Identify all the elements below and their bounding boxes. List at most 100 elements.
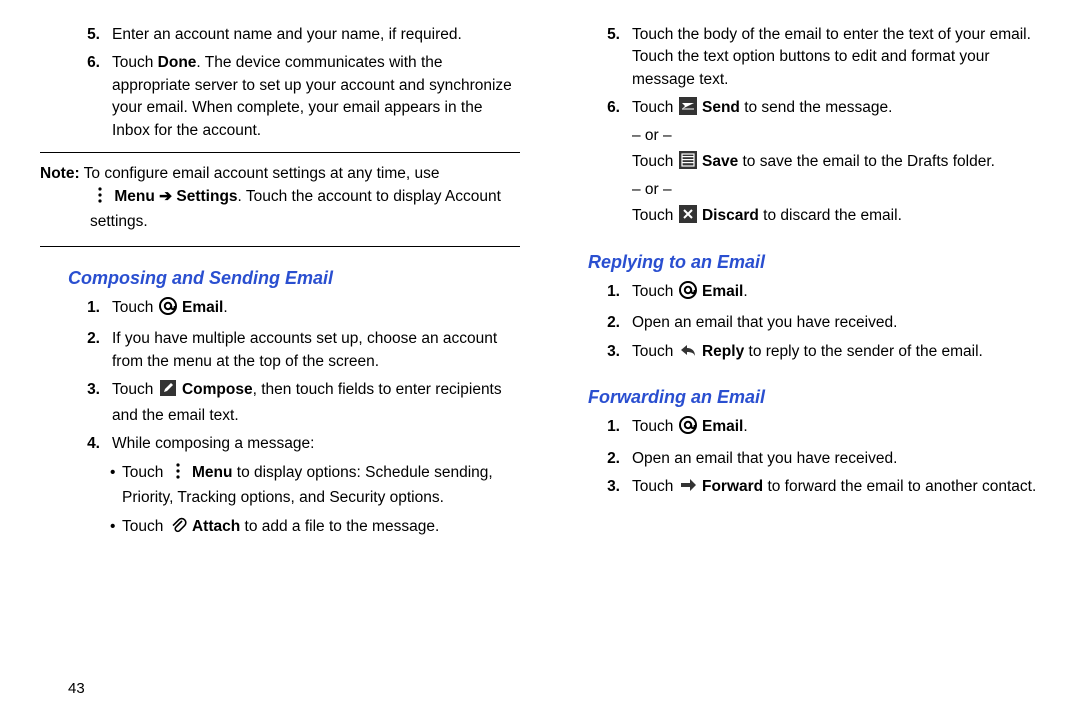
discard-icon	[679, 205, 697, 230]
step-number: 2.	[560, 448, 632, 470]
bold-text: Forward	[702, 478, 763, 495]
menu-dots-icon	[91, 186, 109, 211]
text: Touch	[632, 207, 678, 224]
note-label: Note:	[40, 165, 80, 182]
text: Touch	[632, 99, 678, 116]
bold-text: Email	[702, 283, 743, 300]
list-item: 6. Touch Done. The device communicates w…	[40, 52, 520, 142]
text: Touch	[632, 478, 678, 495]
list-item: 5. Enter an account name and your name, …	[40, 24, 520, 46]
step-number: 4.	[40, 433, 112, 455]
step-text: Touch Email.	[112, 297, 520, 322]
list-item: 2. Open an email that you have received.	[560, 312, 1040, 334]
list-item: 3. Touch Forward to forward the email to…	[560, 476, 1040, 501]
list-item: 1. Touch Email.	[40, 297, 520, 322]
bold-text: Email	[702, 418, 743, 435]
heading-forwarding: Forwarding an Email	[588, 384, 1040, 410]
bold-text: Settings	[176, 188, 237, 205]
list-item: 1. Touch Email.	[560, 281, 1040, 306]
email-icon	[679, 416, 697, 441]
bold-text: Menu	[114, 188, 154, 205]
step-number: 2.	[40, 328, 112, 373]
bold-text: Attach	[192, 518, 240, 535]
text: Touch	[632, 418, 678, 435]
text: to discard the email.	[759, 207, 902, 224]
note-text: To configure email account settings at a…	[80, 165, 440, 182]
step-text: Touch Reply to reply to the sender of th…	[632, 341, 1040, 366]
bold-text: Menu	[192, 464, 232, 481]
list-item: 3. Touch Reply to reply to the sender of…	[560, 341, 1040, 366]
right-column: 5. Touch the body of the email to enter …	[560, 24, 1040, 710]
divider	[40, 152, 520, 153]
divider	[40, 246, 520, 247]
step-number: 5.	[560, 24, 632, 91]
step-number: 5.	[40, 24, 112, 46]
text: Touch	[632, 283, 678, 300]
note-continuation: Menu ➔ Settings. Touch the account to di…	[40, 186, 520, 234]
bullet-item: • Touch Attach to add a file to the mess…	[40, 516, 520, 541]
step-text: If you have multiple accounts set up, ch…	[112, 328, 520, 373]
text: Touch	[112, 381, 158, 398]
step-text: Touch Email.	[632, 281, 1040, 306]
text: to add a file to the message.	[240, 518, 439, 535]
step-number: 6.	[40, 52, 112, 142]
page-number: 43	[68, 678, 85, 700]
list-item: 6. Touch Send to send the message. – or …	[560, 97, 1040, 230]
bullet-text: Touch Menu to display options: Schedule …	[122, 462, 520, 510]
step-number: 6.	[560, 97, 632, 230]
step-text: Open an email that you have received.	[632, 448, 1040, 470]
bold-text: Compose	[182, 381, 253, 398]
text: to save the email to the Drafts folder.	[738, 153, 995, 170]
forward-icon	[679, 476, 697, 501]
note-block: Note: To configure email account setting…	[40, 161, 520, 235]
text: .	[743, 418, 747, 435]
step-number: 2.	[560, 312, 632, 334]
manual-page: 5. Enter an account name and your name, …	[0, 0, 1080, 720]
send-icon	[679, 97, 697, 122]
step-text: Touch Compose, then touch fields to ente…	[112, 379, 520, 427]
step-number: 1.	[560, 281, 632, 306]
bold-text: Discard	[702, 207, 759, 224]
step-number: 3.	[560, 476, 632, 501]
step-text: Enter an account name and your name, if …	[112, 24, 520, 46]
left-column: 5. Enter an account name and your name, …	[40, 24, 520, 710]
list-item: 2. Open an email that you have received.	[560, 448, 1040, 470]
heading-replying: Replying to an Email	[588, 249, 1040, 275]
step-text: Touch Forward to forward the email to an…	[632, 476, 1040, 501]
step-number: 1.	[40, 297, 112, 322]
bold-text: Send	[702, 99, 740, 116]
bullet-item: • Touch Menu to display options: Schedul…	[40, 462, 520, 510]
list-item: 4. While composing a message:	[40, 433, 520, 455]
save-icon	[679, 151, 697, 176]
bullet-dot: •	[110, 462, 122, 510]
step-text: Open an email that you have received.	[632, 312, 1040, 334]
reply-icon	[679, 341, 697, 366]
step-number: 3.	[40, 379, 112, 427]
email-icon	[159, 297, 177, 322]
step-text: Touch Done. The device communicates with…	[112, 52, 520, 142]
list-item: 1. Touch Email.	[560, 416, 1040, 441]
compose-icon	[159, 379, 177, 404]
text: Touch	[122, 464, 168, 481]
heading-composing: Composing and Sending Email	[68, 265, 520, 291]
paperclip-icon	[169, 516, 187, 541]
text: to forward the email to another contact.	[763, 478, 1036, 495]
list-item: 2. If you have multiple accounts set up,…	[40, 328, 520, 373]
bold-text: Email	[182, 299, 223, 316]
text: to send the message.	[740, 99, 893, 116]
text: Touch	[122, 518, 168, 535]
text: to reply to the sender of the email.	[744, 343, 983, 360]
text: .	[223, 299, 227, 316]
text: .	[743, 283, 747, 300]
step-text: Touch the body of the email to enter the…	[632, 24, 1040, 91]
arrow-text: ➔	[155, 188, 177, 205]
list-item: 5. Touch the body of the email to enter …	[560, 24, 1040, 91]
or-text: – or –	[632, 179, 1040, 201]
step-text: Touch Send to send the message. – or – T…	[632, 97, 1040, 230]
text: Touch	[632, 343, 678, 360]
menu-dots-icon	[169, 462, 187, 487]
bold-text: Done	[158, 54, 197, 71]
bullet-dot: •	[110, 516, 122, 541]
list-item: 3. Touch Compose, then touch fields to e…	[40, 379, 520, 427]
bullet-text: Touch Attach to add a file to the messag…	[122, 516, 520, 541]
